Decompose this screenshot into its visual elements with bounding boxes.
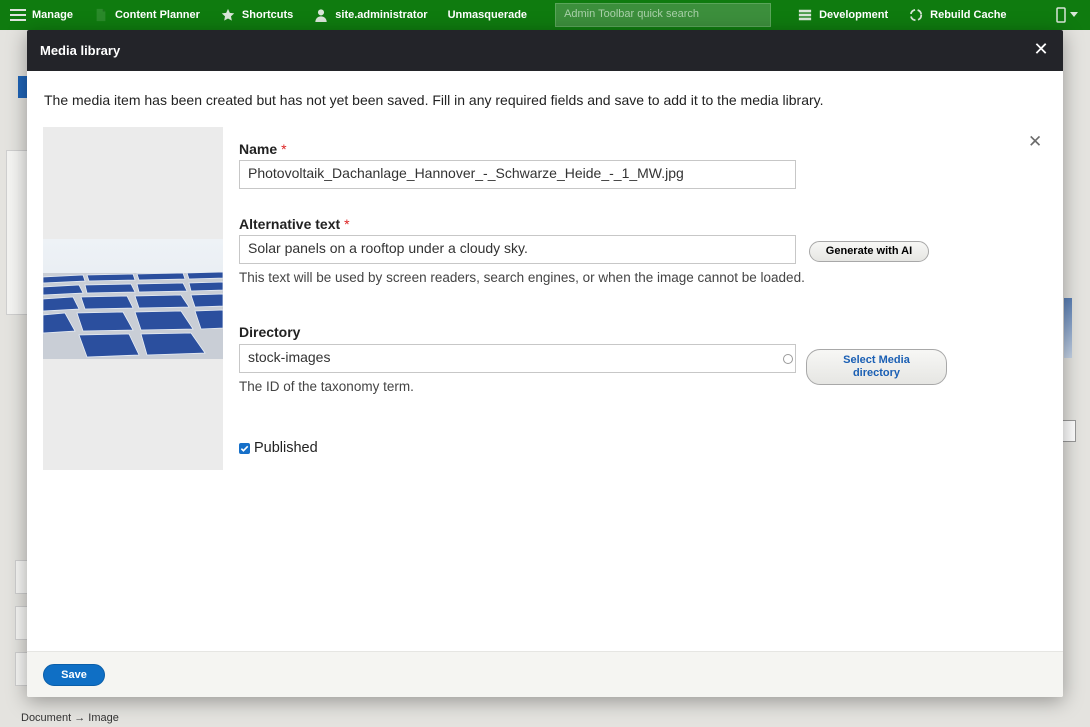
required-marker: * <box>281 141 287 157</box>
generate-with-ai-button[interactable]: Generate with AI <box>809 241 929 262</box>
background-panel <box>6 150 28 315</box>
select-media-directory-button[interactable]: Select Media directory <box>806 349 947 385</box>
toolbar-unmasquerade-label: Unmasquerade <box>447 9 528 21</box>
name-label: Name * <box>239 141 287 157</box>
breadcrumb-arrow: → <box>74 712 86 724</box>
toolbar-unmasquerade[interactable]: Unmasquerade <box>438 0 537 30</box>
toolbar-development[interactable]: Development <box>787 0 898 30</box>
toolbar-search-input[interactable]: Admin Toolbar quick search <box>555 3 772 27</box>
toolbar-content-planner-label: Content Planner <box>114 9 200 21</box>
directory-label: Directory <box>239 324 300 340</box>
close-icon[interactable]: ✕ <box>1033 40 1049 58</box>
toolbar-development-label: Development <box>819 9 889 21</box>
toolbar-user[interactable]: site.administrator <box>303 0 437 30</box>
mobile-icon <box>1056 7 1066 23</box>
breadcrumb: Document → Image <box>21 712 119 724</box>
select-media-directory-line1: Select Media <box>843 354 910 366</box>
document-icon <box>96 8 106 22</box>
alt-text-input[interactable]: Solar panels on a rooftop under a cloudy… <box>239 235 796 264</box>
name-label-text: Name <box>239 141 278 157</box>
published-label[interactable]: Published <box>254 440 318 456</box>
dialog-message: The media item has been created but has … <box>44 92 824 108</box>
select-media-directory-line2: directory <box>852 367 901 379</box>
toolbar-content-planner[interactable]: Content Planner <box>83 0 210 30</box>
toolbar-rebuild-cache-label: Rebuild Cache <box>930 9 1007 21</box>
save-button[interactable]: Save <box>43 664 105 686</box>
dialog-footer: Save <box>27 651 1063 697</box>
breadcrumb-from: Document <box>21 712 72 724</box>
dialog-titlebar: Media library ✕ <box>27 30 1063 71</box>
alt-text-description: This text will be used by screen readers… <box>239 270 805 285</box>
user-icon <box>315 9 327 22</box>
alt-text-label: Alternative text * <box>239 216 350 232</box>
media-thumbnail <box>43 127 223 470</box>
toolbar-shortcuts-label: Shortcuts <box>241 9 294 21</box>
toolbar-manage[interactable]: Manage <box>0 0 83 30</box>
alt-text-label-text: Alternative text <box>239 216 341 232</box>
solar-panel-image <box>43 239 223 359</box>
check-icon <box>240 445 249 452</box>
directory-description: The ID of the taxonomy term. <box>239 379 414 394</box>
toolbar-rebuild-cache[interactable]: Rebuild Cache <box>898 0 1016 30</box>
directory-input[interactable]: stock-images <box>239 344 796 373</box>
dialog-title: Media library <box>40 43 121 58</box>
published-checkbox[interactable] <box>239 442 250 454</box>
remove-item-icon[interactable]: ✕ <box>1028 132 1042 152</box>
toolbar-device-toggle[interactable] <box>1056 7 1090 23</box>
toolbar-manage-label: Manage <box>32 9 73 21</box>
directory-label-text: Directory <box>239 324 301 340</box>
admin-toolbar: Manage Content Planner Shortcuts site.ad… <box>0 0 1090 30</box>
published-field: Published <box>239 440 318 456</box>
star-icon <box>221 8 235 21</box>
required-marker: * <box>344 216 350 232</box>
background-select <box>1062 420 1076 442</box>
background-image <box>1064 298 1072 358</box>
menu-icon <box>10 9 26 21</box>
caret-down-icon <box>1070 12 1078 17</box>
media-library-dialog: Media library ✕ The media item has been … <box>27 30 1063 697</box>
breadcrumb-to: Image <box>88 712 119 724</box>
toolbar-user-label: site.administrator <box>335 9 428 21</box>
toolbar-shortcuts[interactable]: Shortcuts <box>210 0 303 30</box>
autocomplete-throbber-icon <box>783 354 793 364</box>
name-input[interactable]: Photovoltaik_Dachanlage_Hannover_-_Schwa… <box>239 160 796 189</box>
recycle-icon <box>910 8 923 22</box>
server-icon <box>798 9 812 21</box>
